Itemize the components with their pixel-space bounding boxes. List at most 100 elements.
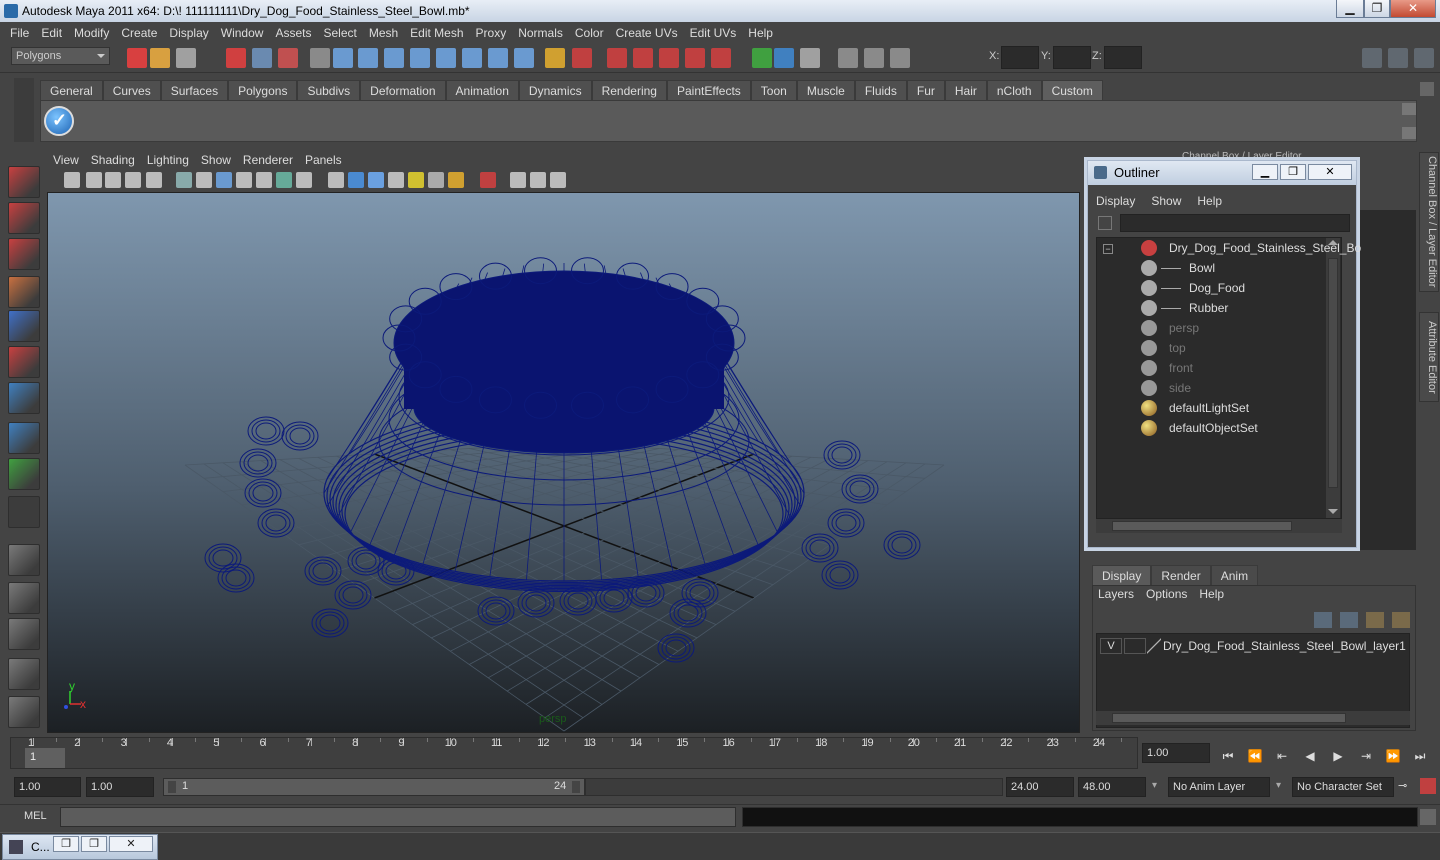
panel-menu-renderer[interactable]: Renderer [237,153,299,167]
menu-create[interactable]: Create [115,26,163,40]
xray-icon[interactable] [510,172,526,188]
high-quality-icon[interactable] [448,172,464,188]
outliner-filter-input[interactable] [1120,214,1350,232]
play-backwards-button[interactable]: ◀ [1300,746,1320,766]
minimized-maximize-button[interactable]: ❐ [81,836,107,852]
outliner-minimize-button[interactable]: ▁ [1252,164,1278,180]
output-ops-icon[interactable] [659,48,679,68]
menu-edit[interactable]: Edit [35,26,68,40]
rotate-tool-icon[interactable] [8,310,40,342]
attribute-editor-tab[interactable]: Attribute Editor [1419,312,1439,402]
wireframe-on-shaded-icon[interactable] [368,172,384,188]
outliner-item-defaultlightset[interactable]: defaultLightSet [1097,398,1327,418]
shelf-tab-fur[interactable]: Fur [906,80,945,100]
channel-box-tab[interactable]: Channel Box / Layer Editor [1419,152,1439,292]
shelf-tab-animation[interactable]: Animation [445,80,519,100]
new-layer-from-selection-icon[interactable] [1392,612,1410,628]
shelf-scroll-up-icon[interactable] [1402,103,1416,115]
shelf-tab-custom[interactable]: Custom [1041,80,1103,100]
layer-horizontal-scrollbar[interactable] [1096,711,1410,725]
menu-help[interactable]: Help [742,26,779,40]
select-hierarchy-icon[interactable] [226,48,246,68]
shelf-tab-muscle[interactable]: Muscle [796,80,855,100]
shadows-icon[interactable] [428,172,444,188]
shelf-tab-fluids[interactable]: Fluids [854,80,907,100]
z-input[interactable] [1104,46,1142,69]
outliner-item-dog-food[interactable]: Dog_Food [1097,278,1327,298]
single-perspective-layout-icon[interactable] [8,544,40,576]
lasso-tool-icon[interactable] [8,202,40,234]
resolution-gate-icon[interactable] [216,172,232,188]
input-ops-icon[interactable] [633,48,653,68]
minimized-close-button[interactable]: ✕ [109,836,153,852]
step-back-key-button[interactable]: ⇤ [1272,746,1292,766]
outliner-close-button[interactable]: ✕ [1308,164,1352,180]
outliner-item-top[interactable]: top [1097,338,1327,358]
layer-menu-layers[interactable]: Layers [1092,587,1140,605]
shelf-tab-subdivs[interactable]: Subdivs [297,80,361,100]
hypershade-icon[interactable] [800,48,820,68]
menu-window[interactable]: Window [215,26,270,40]
snap-options-icon[interactable] [310,48,330,68]
scattered-kibble[interactable] [204,416,921,663]
panel-menu-shading[interactable]: Shading [85,153,141,167]
camera-attributes-icon[interactable] [64,172,80,188]
grid-icon[interactable] [176,172,192,188]
universal-manipulator-icon[interactable] [8,382,40,414]
panel-menu-view[interactable]: View [47,153,85,167]
snap-plane-icon[interactable] [410,48,430,68]
panel-menu-lighting[interactable]: Lighting [141,153,195,167]
outliner-menu-help[interactable]: Help [1189,194,1230,208]
gate-mask-icon[interactable] [236,172,252,188]
outliner-item-rubber[interactable]: Rubber [1097,298,1327,318]
toggle-channel-box-icon[interactable] [1362,48,1382,68]
range-slider[interactable]: 1 24 [163,778,585,796]
last-tool-icon[interactable] [8,496,40,528]
snap-view-icon[interactable] [488,48,508,68]
wireframe-icon[interactable] [328,172,344,188]
x-input[interactable] [1001,46,1039,69]
shelf-tab-polygons[interactable]: Polygons [228,80,298,100]
dog-food-wireframe[interactable] [382,257,746,454]
layer-menu-help[interactable]: Help [1193,587,1230,605]
smooth-shade-icon[interactable] [348,172,364,188]
field-chart-icon[interactable] [256,172,272,188]
panel-menu-panels[interactable]: Panels [299,153,348,167]
menu-edit-mesh[interactable]: Edit Mesh [404,26,469,40]
layer-tab-display[interactable]: Display [1092,565,1152,585]
show-manipulator-icon[interactable] [8,458,40,490]
light-icon[interactable] [864,48,884,68]
outliner-item-defaultobjectset[interactable]: defaultObjectSet [1097,418,1327,438]
checkmark-icon[interactable]: ✓ [44,106,74,136]
outliner-layout-icon[interactable] [8,618,40,650]
playback-end-field[interactable]: 24.00 [1006,777,1074,797]
animation-end-field[interactable]: 48.00 [1078,777,1146,797]
outliner-item-persp[interactable]: persp [1097,318,1327,338]
minimize-button[interactable]: ▁ [1336,0,1364,18]
camera-bookmark-icon[interactable] [86,172,102,188]
go-to-end-button[interactable]: ⏭ [1410,746,1430,766]
render-view-icon[interactable] [838,48,858,68]
menu-mesh[interactable]: Mesh [363,26,404,40]
render-frame-icon[interactable] [711,48,731,68]
use-all-lights-icon[interactable] [408,172,424,188]
grease-pencil-icon[interactable] [146,172,162,188]
snap-grid-icon[interactable] [333,48,353,68]
lock-icon[interactable] [545,48,565,68]
menu-create-uvs[interactable]: Create UVs [610,26,684,40]
select-object-icon[interactable] [252,48,272,68]
menu-edit-uvs[interactable]: Edit UVs [684,26,743,40]
key-icon[interactable]: ⊸ [1398,779,1407,792]
outliner-vertical-scrollbar[interactable] [1326,238,1340,518]
render-settings-icon[interactable] [774,48,794,68]
perspective-viewport[interactable]: persp y x [47,192,1080,733]
xray-joints-icon[interactable] [530,172,546,188]
anim-layer-dropdown-icon[interactable]: ▾ [1152,780,1157,791]
current-time-field[interactable]: 1.00 [1142,743,1210,763]
outliner-menu-show[interactable]: Show [1143,194,1189,208]
shelf-tab-curves[interactable]: Curves [102,80,161,100]
ipr-render-icon[interactable] [752,48,772,68]
open-scene-icon[interactable] [150,48,170,68]
help-icon[interactable] [514,48,534,68]
shelf-tab-general[interactable]: General [40,80,103,100]
